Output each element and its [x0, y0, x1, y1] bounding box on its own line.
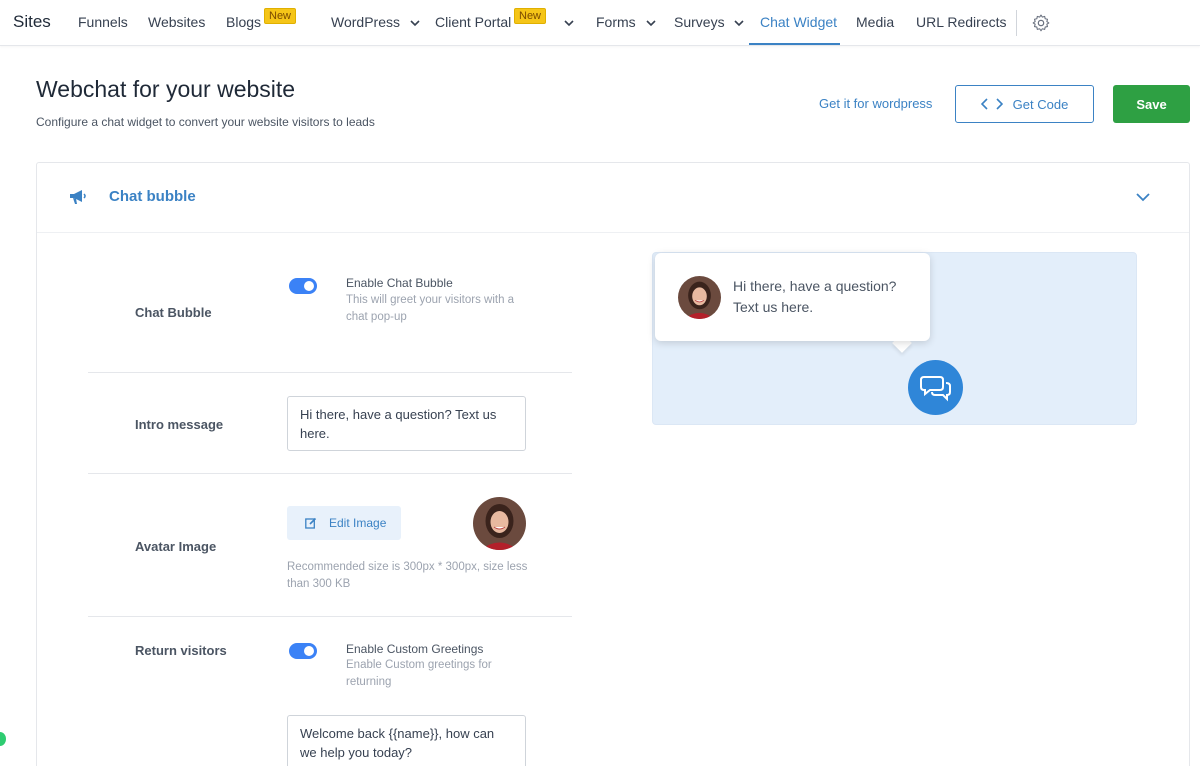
enable-custom-greetings-title: Enable Custom Greetings [346, 642, 484, 656]
nav-item-url-redirects[interactable]: URL Redirects [916, 14, 1007, 30]
avatar [473, 497, 526, 550]
enable-custom-greetings-desc: Enable Custom greetings for returning [346, 659, 492, 688]
avatar-image-label: Avatar Image [135, 539, 217, 554]
chat-launcher-button[interactable] [908, 360, 963, 415]
chat-bubble-label: Chat Bubble [135, 305, 212, 320]
preview-avatar [678, 276, 721, 319]
nav-item-chat-widget[interactable]: Chat Widget [760, 14, 837, 30]
status-indicator [0, 732, 6, 746]
nav-brand[interactable]: Sites [13, 12, 51, 32]
top-nav: Sites Funnels Websites Blogs New WordPre… [0, 0, 1200, 46]
nav-item-surveys-label: Surveys [674, 14, 725, 30]
chevron-down-icon [645, 20, 656, 27]
nav-item-wordpress[interactable]: WordPress [331, 14, 420, 30]
card-header[interactable]: Chat bubble [37, 163, 1189, 233]
nav-divider [1016, 10, 1017, 36]
row-divider [88, 616, 572, 617]
row-divider [88, 372, 572, 373]
get-code-label: Get Code [1012, 96, 1069, 112]
nav-item-forms-label: Forms [596, 14, 636, 30]
new-badge-blogs: New [264, 8, 297, 24]
chat-bubble-toggle[interactable] [289, 278, 317, 294]
nav-item-websites[interactable]: Websites [148, 14, 205, 30]
nav-item-blogs[interactable]: Blogs [226, 14, 261, 30]
save-button[interactable]: Save [1113, 85, 1190, 123]
card-title: Chat bubble [109, 188, 196, 205]
edit-image-label: Edit Image [329, 516, 387, 530]
chevron-down-icon[interactable] [1135, 191, 1151, 203]
return-visitors-toggle[interactable] [289, 643, 317, 659]
nav-item-wordpress-label: WordPress [331, 14, 400, 30]
nav-item-media[interactable]: Media [856, 14, 894, 30]
avatar-recommendation: Recommended size is 300px * 300px, size … [287, 561, 528, 590]
intro-message-label: Intro message [135, 417, 224, 432]
enable-chat-bubble-desc: This will greet your visitors with a cha… [346, 294, 515, 323]
nav-item-forms[interactable]: Forms [596, 14, 656, 30]
page-subtitle: Configure a chat widget to convert your … [36, 115, 375, 129]
avatar-image [678, 276, 721, 319]
return-visitors-label: Return visitors [135, 643, 227, 658]
row-divider [88, 473, 572, 474]
chevron-down-icon [410, 20, 420, 27]
megaphone-icon [70, 190, 86, 204]
chevron-down-icon[interactable] [564, 18, 574, 28]
edit-icon [305, 517, 317, 529]
gear-icon[interactable] [1031, 13, 1051, 33]
nav-item-client-portal[interactable]: Client Portal [435, 14, 511, 30]
code-icon [980, 98, 1003, 110]
chat-bubbles-icon [919, 375, 951, 401]
nav-item-funnels[interactable]: Funnels [78, 14, 128, 30]
intro-message-textarea[interactable]: Hi there, have a question? Text us here. [287, 396, 526, 451]
return-greeting-textarea[interactable]: Welcome back {{name}}, how can we help y… [287, 715, 526, 766]
avatar-image [473, 497, 526, 550]
preview-message: Hi there, have a question? Text us here. [733, 278, 897, 315]
enable-chat-bubble-title: Enable Chat Bubble [346, 276, 453, 290]
get-code-button[interactable]: Get Code [955, 85, 1094, 123]
chevron-down-icon [734, 20, 745, 27]
active-tab-indicator [749, 43, 840, 45]
nav-item-surveys[interactable]: Surveys [674, 14, 745, 30]
page-title: Webchat for your website [36, 76, 296, 102]
edit-image-button[interactable]: Edit Image [287, 506, 401, 540]
get-it-for-wordpress-link[interactable]: Get it for wordpress [819, 96, 932, 111]
new-badge-client-portal: New [514, 8, 547, 24]
